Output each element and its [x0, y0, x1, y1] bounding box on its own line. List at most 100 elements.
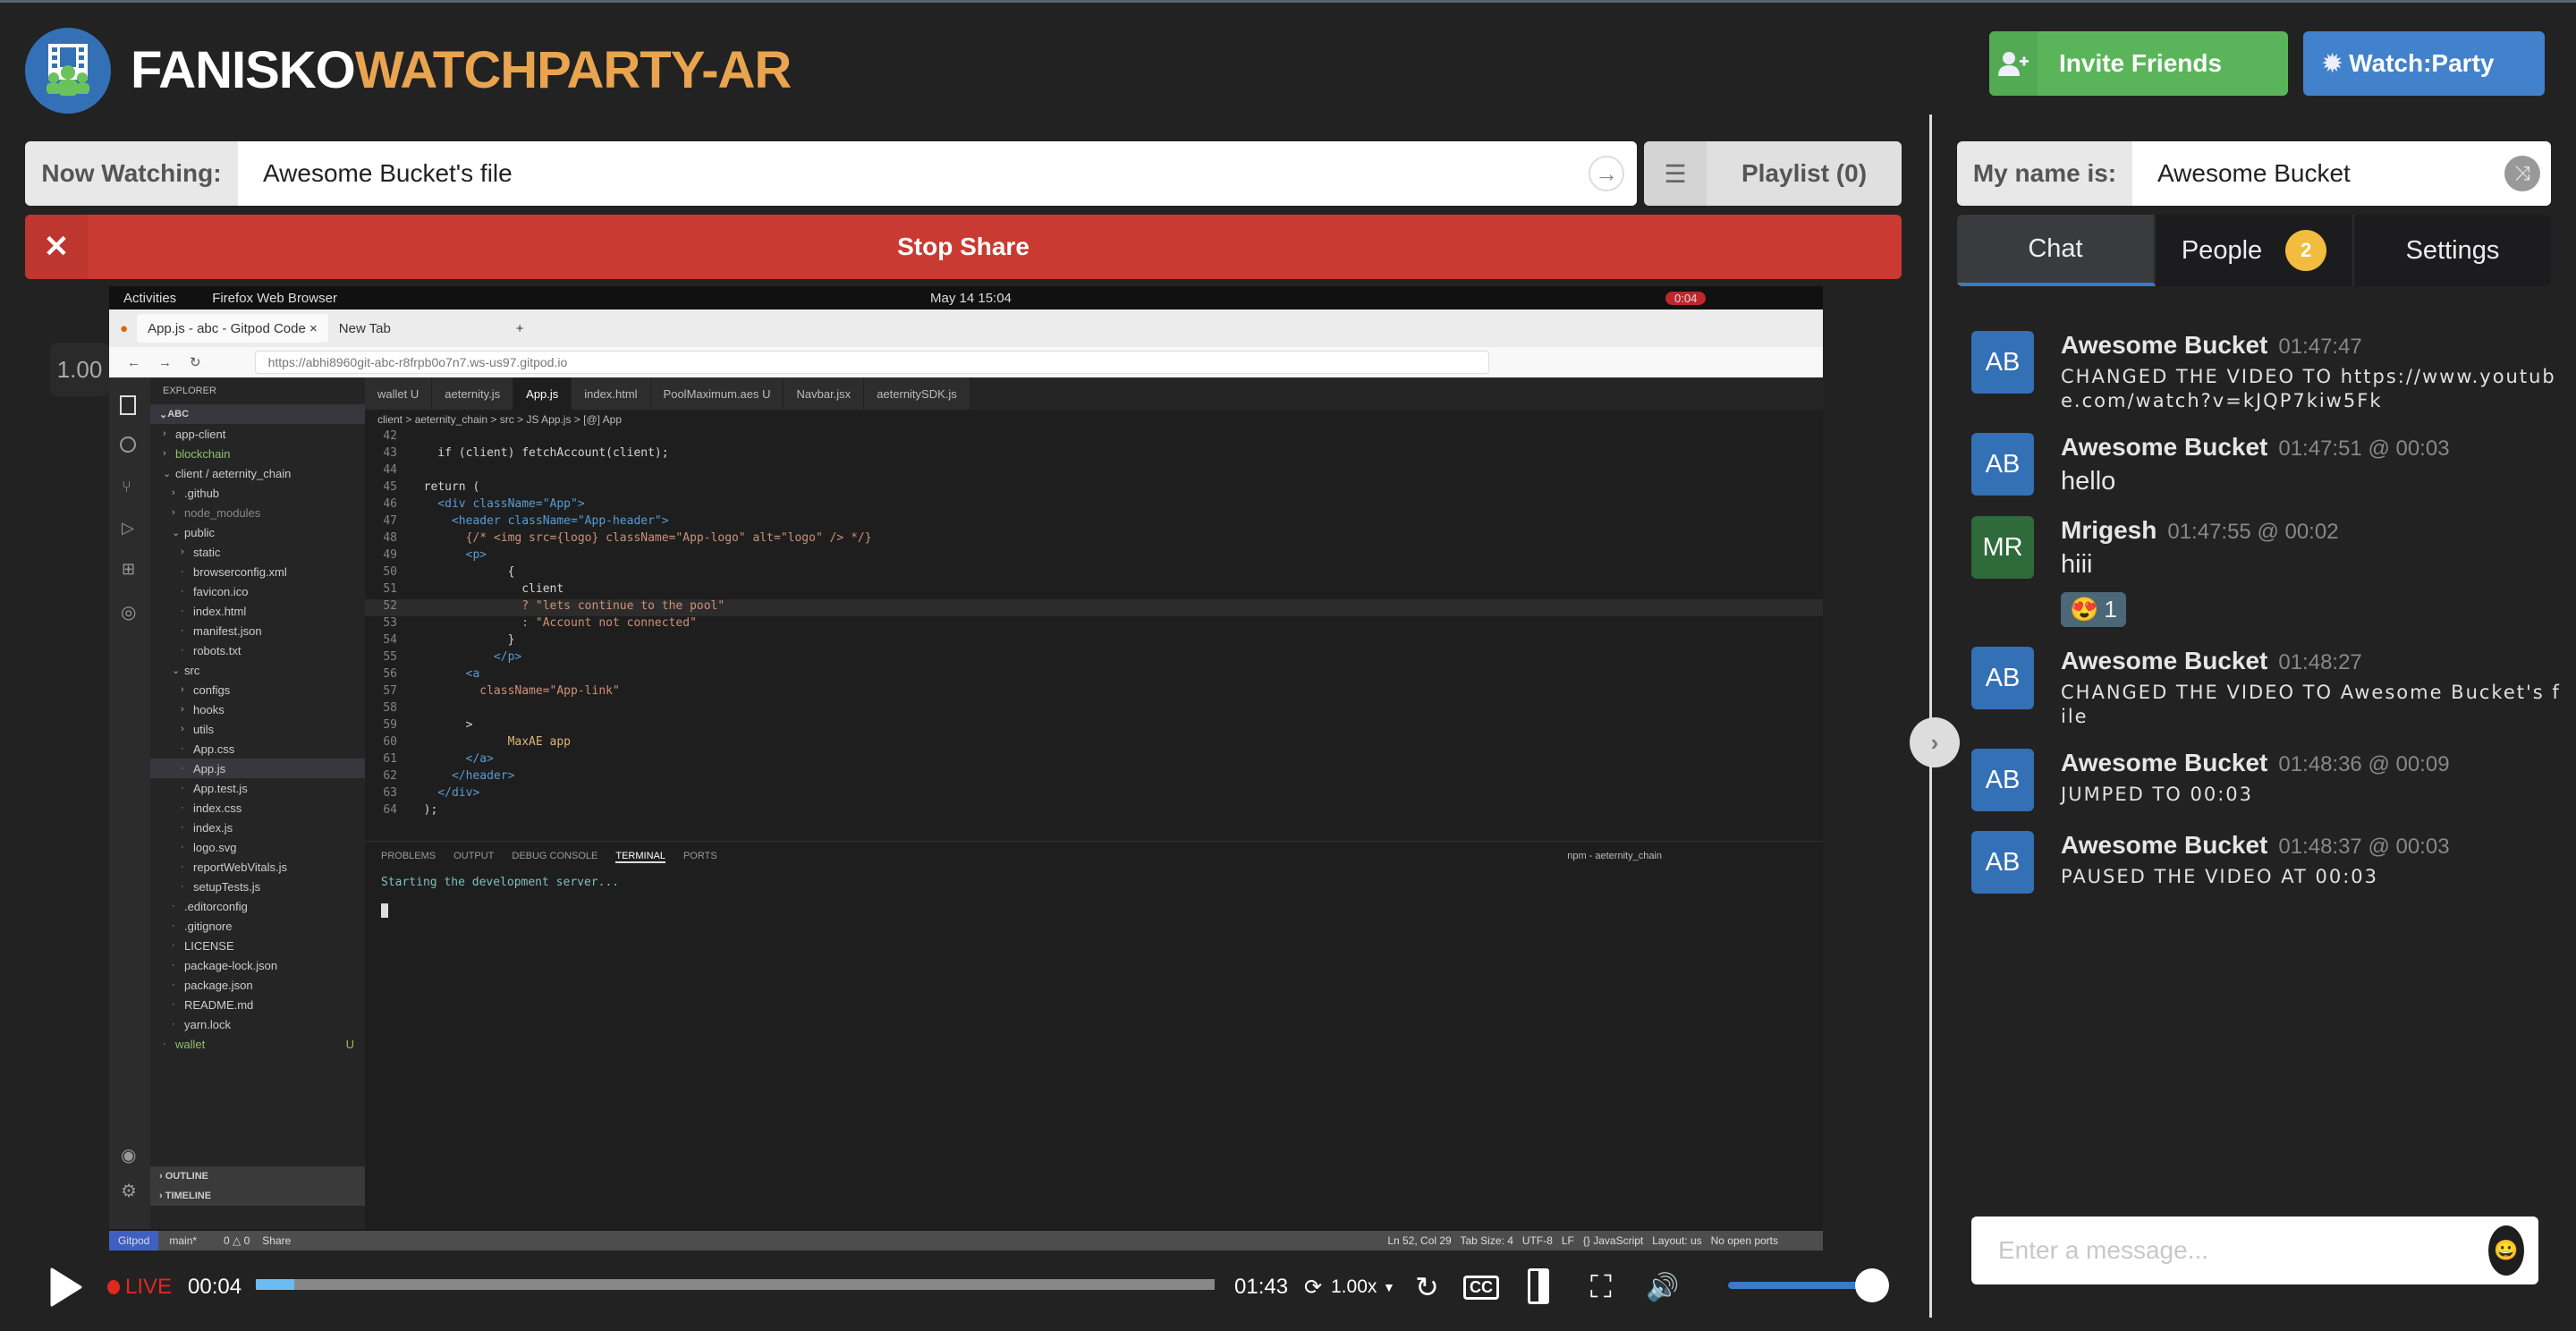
caret-down-icon[interactable]: ▼	[1383, 1280, 1395, 1294]
status-problems[interactable]: 0 △ 0	[224, 1234, 250, 1247]
editor-tab[interactable]: Navbar.jsx	[784, 377, 865, 410]
explorer-item[interactable]: · README.md	[150, 995, 365, 1014]
theater-mode-icon[interactable]	[1528, 1268, 1549, 1304]
explorer-item[interactable]: › hooks	[150, 699, 365, 719]
chat-message-input[interactable]	[1971, 1236, 2488, 1265]
editor-tab[interactable]: wallet U	[365, 377, 433, 410]
volume-icon[interactable]: 🔊	[1646, 1272, 1679, 1303]
status-branch[interactable]: main*	[169, 1234, 197, 1247]
source-control-icon[interactable]: ⑂	[122, 478, 131, 496]
new-tab-icon[interactable]: +	[516, 321, 524, 336]
watch-party-button[interactable]: ✹ Watch:Party	[2303, 31, 2545, 96]
explorer-item[interactable]: · .gitignore	[150, 916, 365, 936]
editor-tab[interactable]: App.js	[513, 377, 572, 410]
explorer-item[interactable]: · favicon.ico	[150, 581, 365, 601]
play-icon[interactable]	[48, 1267, 84, 1307]
live-label[interactable]: LIVE	[125, 1275, 172, 1300]
collapse-sidebar-button[interactable]: ›	[1910, 717, 1960, 767]
status-share[interactable]: Share	[262, 1234, 291, 1247]
avatar[interactable]: AB	[1971, 831, 2034, 894]
explorer-item[interactable]: · LICENSE	[150, 936, 365, 955]
run-debug-icon[interactable]: ▷	[122, 519, 134, 538]
editor-tab[interactable]: PoolMaximum.aes U	[650, 377, 784, 410]
back-icon[interactable]: ←	[127, 355, 140, 370]
playlist-button[interactable]: ☰ Playlist (0)	[1644, 141, 1902, 206]
code-editor[interactable]: 42 43 if (client) fetchAccount(client); 44…	[365, 429, 1823, 841]
tab-people[interactable]: People 2	[2156, 215, 2354, 286]
panel-tab[interactable]: PORTS	[683, 851, 717, 863]
panel-divider[interactable]	[1929, 114, 1932, 1318]
firefox-tab[interactable]: New Tab	[328, 314, 507, 343]
account-icon[interactable]: ◉	[121, 1144, 136, 1166]
stop-share-button[interactable]: ✕ Stop Share	[25, 215, 1902, 279]
now-watching-input[interactable]	[238, 141, 1637, 206]
explorer-root[interactable]: ⌄ ABC	[150, 404, 365, 424]
editor-tab[interactable]: index.html	[572, 377, 651, 410]
search-icon[interactable]	[120, 437, 136, 453]
panel-tab[interactable]: PROBLEMS	[381, 851, 436, 863]
firefox-tab[interactable]: App.js - abc - Gitpod Code ×	[137, 314, 328, 343]
volume-slider[interactable]	[1728, 1282, 1871, 1289]
explorer-item[interactable]: › blockchain	[150, 444, 365, 463]
editor-tab[interactable]: aeternitySDK.js	[864, 377, 970, 410]
extensions-icon[interactable]: ⊞	[122, 560, 135, 579]
avatar[interactable]: AB	[1971, 749, 2034, 811]
speed-select[interactable]: 1.00x	[1331, 1276, 1377, 1298]
reload-icon[interactable]: ↻	[190, 354, 201, 370]
avatar[interactable]: AB	[1971, 433, 2034, 496]
explorer-item[interactable]: · index.js	[150, 818, 365, 837]
forward-icon[interactable]: →	[158, 355, 172, 370]
seek-bar[interactable]	[256, 1279, 1215, 1290]
panel-tab[interactable]: DEBUG CONSOLE	[512, 851, 597, 863]
explorer-item[interactable]: · setupTests.js	[150, 877, 365, 896]
explorer-item[interactable]: · index.css	[150, 798, 365, 818]
explorer-item[interactable]: › static	[150, 542, 365, 562]
reaction-chip[interactable]: 😍 1	[2061, 592, 2126, 627]
explorer-item[interactable]: ⌄ src	[150, 660, 365, 680]
explorer-item[interactable]: · .editorconfig	[150, 896, 365, 916]
explorer-item[interactable]: · App.test.js	[150, 778, 365, 798]
invite-friends-button[interactable]: Invite Friends	[1989, 31, 2288, 96]
explorer-item[interactable]: · package.json	[150, 975, 365, 995]
files-icon[interactable]	[120, 395, 136, 415]
avatar[interactable]: AB	[1971, 647, 2034, 709]
explorer-item[interactable]: · yarn.lock	[150, 1014, 365, 1034]
github-icon[interactable]: ◎	[121, 601, 136, 623]
outline-section[interactable]: › OUTLINE	[150, 1166, 365, 1186]
settings-gear-icon[interactable]: ⚙	[121, 1180, 137, 1202]
status-gitpod[interactable]: Gitpod	[109, 1231, 159, 1250]
shared-screen-video[interactable]: Activities Firefox Web Browser May 14 15…	[109, 286, 1823, 1250]
arrow-right-icon[interactable]: →	[1589, 156, 1624, 191]
tab-settings[interactable]: Settings	[2354, 215, 2551, 286]
avatar[interactable]: AB	[1971, 331, 2034, 394]
timeline-section[interactable]: › TIMELINE	[150, 1186, 365, 1206]
explorer-item[interactable]: ⌄ client / aeternity_chain	[150, 463, 365, 483]
loop-icon[interactable]: ⟳	[1304, 1275, 1322, 1301]
explorer-item[interactable]: ⌄ public	[150, 522, 365, 542]
explorer-item[interactable]: · reportWebVitals.js	[150, 857, 365, 877]
tab-chat[interactable]: Chat	[1957, 215, 2156, 286]
panel-tab[interactable]: TERMINAL	[615, 851, 665, 863]
explorer-item[interactable]: · logo.svg	[150, 837, 365, 857]
volume-slider-knob[interactable]	[1855, 1268, 1889, 1302]
explorer-item[interactable]: · package-lock.json	[150, 955, 365, 975]
name-input[interactable]	[2132, 141, 2551, 206]
emoji-picker-icon[interactable]: 😀	[2488, 1225, 2524, 1276]
explorer-item[interactable]: › app-client	[150, 424, 365, 444]
firefox-url-bar[interactable]: https://abhi8960git-abc-r8frpb0o7n7.ws-u…	[254, 351, 1489, 374]
explorer-item[interactable]: › node_modules	[150, 503, 365, 522]
explorer-item[interactable]: · index.html	[150, 601, 365, 621]
explorer-item[interactable]: · robots.txt	[150, 640, 365, 660]
explorer-item[interactable]: · manifest.json	[150, 621, 365, 640]
fullscreen-icon[interactable]: ⛶	[1590, 1270, 1612, 1305]
explorer-item[interactable]: › utils	[150, 719, 365, 739]
explorer-item[interactable]: › .github	[150, 483, 365, 503]
editor-tab[interactable]: aeternity.js	[432, 377, 514, 410]
explorer-item[interactable]: › configs	[150, 680, 365, 699]
explorer-item[interactable]: · wallet U	[150, 1034, 365, 1054]
shuffle-icon[interactable]: ⤨	[2504, 156, 2540, 191]
panel-tab[interactable]: OUTPUT	[453, 851, 494, 863]
explorer-item[interactable]: · App.css	[150, 739, 365, 759]
avatar[interactable]: MR	[1971, 516, 2034, 579]
explorer-item[interactable]: · browserconfig.xml	[150, 562, 365, 581]
